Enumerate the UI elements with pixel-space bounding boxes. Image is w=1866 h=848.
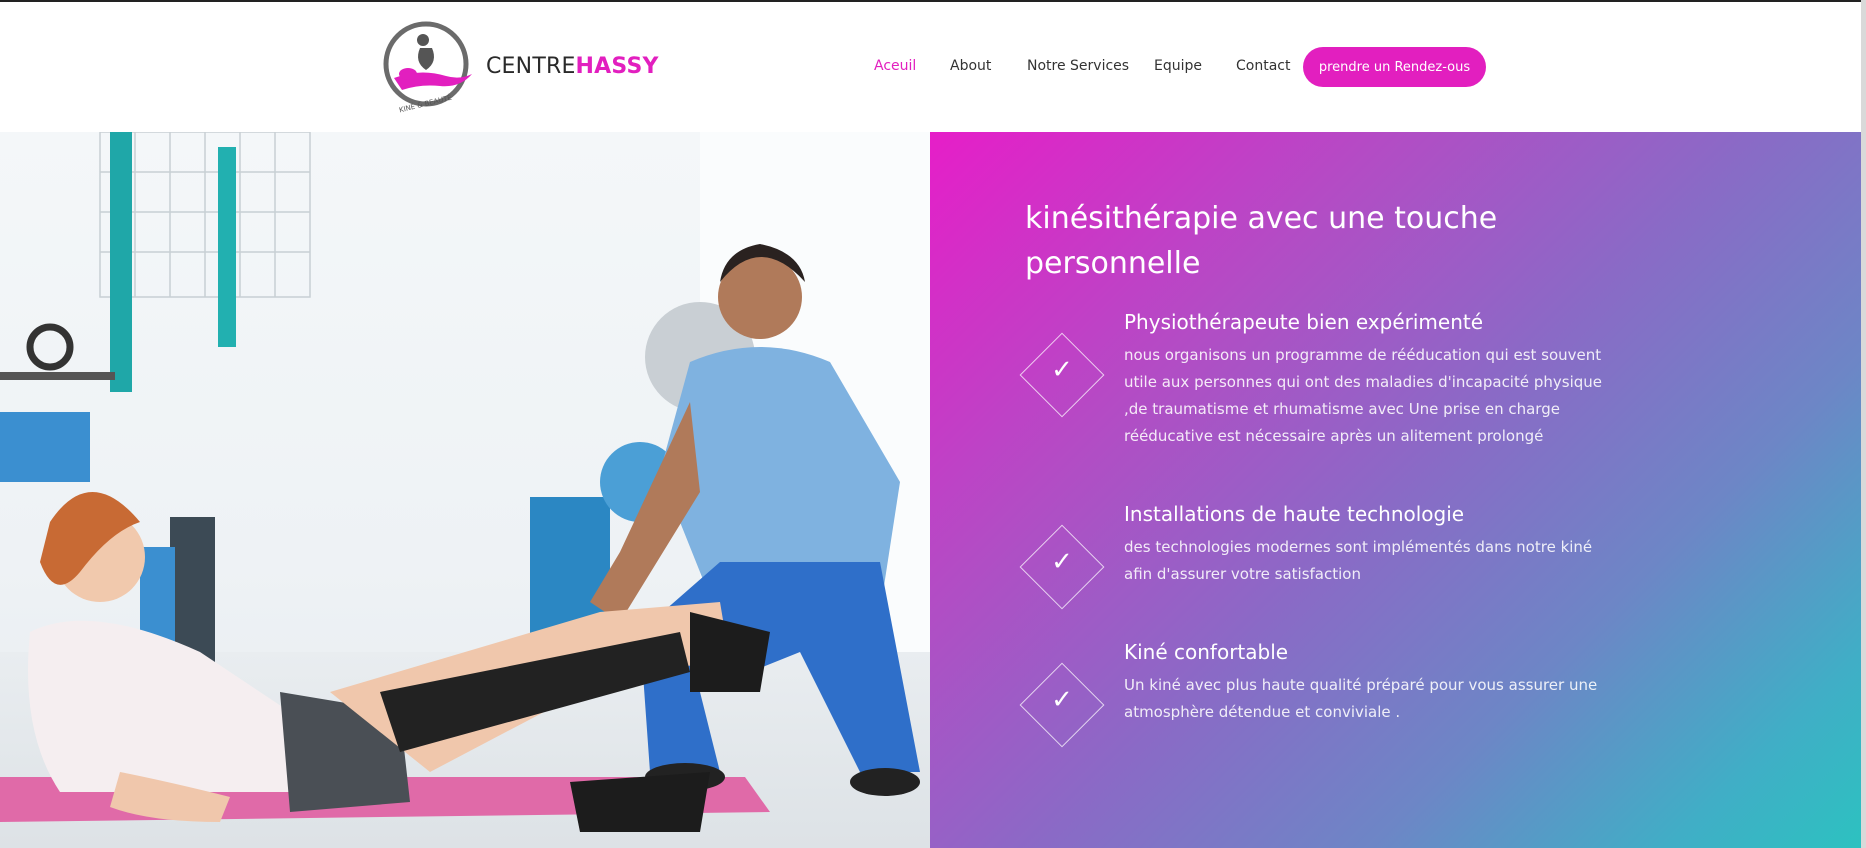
check-icon: ✓: [1051, 684, 1073, 714]
nav-item-services[interactable]: Notre Services: [1027, 58, 1129, 74]
nav-item-equipe[interactable]: Equipe: [1154, 58, 1202, 74]
feature-title: Kiné confortable: [1124, 640, 1289, 664]
nav-item-contact[interactable]: Contact: [1236, 58, 1290, 74]
feature-text: nous organisons un programme de rééducat…: [1124, 346, 1603, 445]
check-icon: ✓: [1051, 546, 1073, 576]
check-icon: ✓: [1051, 354, 1073, 384]
site-header: KINÉ & BEAUTÉ CENTREHASSY Aceuil About N…: [0, 2, 1866, 132]
hero-title: kinésithérapie avec une touche personnel…: [1025, 201, 1498, 281]
feature-text: des technologies modernes sont implément…: [1124, 538, 1593, 583]
feature-title: Installations de haute technologie: [1124, 502, 1465, 526]
feature-title: Physiothérapeute bien expérimenté: [1124, 310, 1484, 334]
physiotherapy-scene-image: [0, 132, 930, 848]
appointment-button[interactable]: prendre un Rendez-ous: [1303, 47, 1486, 87]
window-scrollbar[interactable]: [1861, 0, 1866, 848]
feature-item: ✓ Kiné confortable Un kiné avec plus hau…: [1012, 640, 1597, 750]
feature-item: ✓ Installations de haute technologie des…: [1012, 502, 1592, 612]
hero-photo: [0, 132, 930, 848]
nav-item-about[interactable]: About: [950, 58, 991, 74]
feature-item: ✓ Physiothérapeute bien expérimenté nous…: [1012, 310, 1602, 470]
main-nav: Aceuil About Notre Services Equipe Conta…: [0, 58, 1866, 74]
logo-caption: KINÉ & BEAUTÉ: [398, 93, 453, 114]
feature-text: Un kiné avec plus haute qualité préparé …: [1124, 676, 1598, 721]
features-panel: kinésithérapie avec une touche personnel…: [930, 132, 1866, 848]
nav-item-accueil[interactable]: Aceuil: [874, 58, 916, 74]
